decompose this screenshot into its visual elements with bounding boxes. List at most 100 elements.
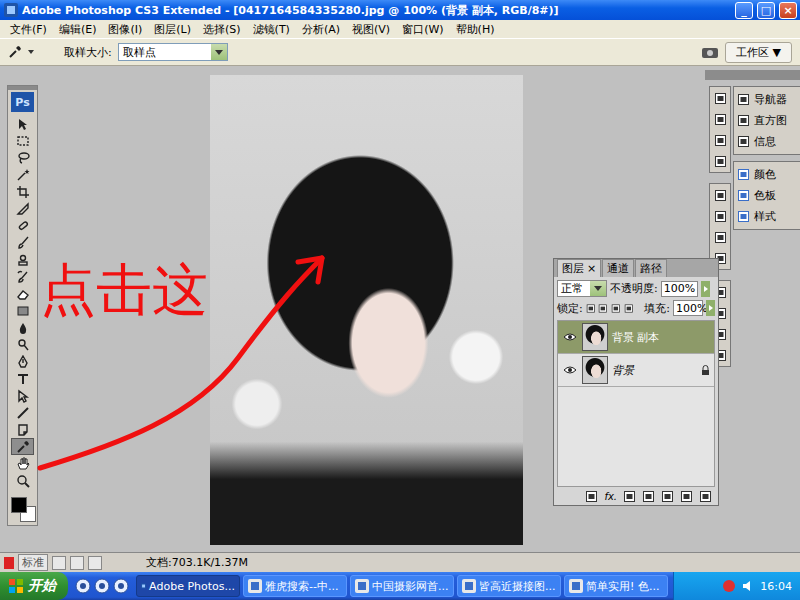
task-button[interactable]: 皆高近摄接图... (457, 575, 561, 597)
marquee-icon (16, 134, 30, 148)
tool-button[interactable] (11, 183, 34, 200)
tool-button[interactable] (11, 200, 34, 217)
dock-icon-button[interactable] (711, 207, 729, 225)
menu-item[interactable]: 分析(A) (296, 22, 346, 37)
tool-button[interactable] (11, 285, 34, 302)
panel-tab[interactable]: 图层× (557, 259, 601, 277)
dock-icon-group (709, 86, 731, 173)
panel-item[interactable]: 颜色 (734, 164, 800, 185)
desktop-icon[interactable] (113, 578, 129, 594)
play-icon (714, 155, 727, 168)
task-button[interactable]: 中国摄影网首... (350, 575, 454, 597)
menu-item[interactable]: 窗口(W) (396, 22, 449, 37)
tray-volume-icon[interactable] (741, 579, 755, 593)
fill-field[interactable]: 100% (673, 300, 703, 316)
menu-item[interactable]: 滤镜(T) (247, 22, 296, 37)
mode-box[interactable] (88, 556, 102, 570)
tool-button[interactable] (11, 353, 34, 370)
opacity-field[interactable]: 100% (661, 281, 698, 297)
tool-button[interactable] (11, 268, 34, 285)
maxthon-icon[interactable] (75, 578, 91, 594)
blend-mode-select[interactable]: 正常 (557, 280, 607, 297)
layers-panel: 图层×通道路径正常不透明度:100%锁定:填充:100%背景 副本背景fx. (553, 258, 719, 506)
lock-label: 锁定: (557, 301, 583, 316)
menu-item[interactable]: 视图(V) (346, 22, 396, 37)
tool-button[interactable] (11, 115, 34, 132)
panel-tab[interactable]: 路径 (635, 259, 667, 277)
window-control-button[interactable]: □ (757, 2, 775, 19)
task-button[interactable]: 简单实用! 色... (564, 575, 668, 597)
visibility-toggle[interactable] (562, 333, 578, 341)
info-icon (714, 134, 727, 147)
opacity-slider-button[interactable] (701, 281, 710, 297)
window-control-button[interactable]: _ (735, 2, 753, 19)
fill-slider-button[interactable] (706, 300, 715, 316)
tool-button[interactable] (11, 302, 34, 319)
tool-button[interactable] (11, 319, 34, 336)
task-button[interactable]: 雅虎搜索--中... (243, 575, 347, 597)
ps-logo[interactable]: Ps (11, 92, 34, 112)
menu-item[interactable]: 编辑(E) (53, 22, 103, 37)
panel-item[interactable]: 色板 (734, 185, 800, 206)
fx-button[interactable]: fx. (604, 491, 617, 502)
tool-button[interactable] (11, 234, 34, 251)
dock-icon-button[interactable] (711, 228, 729, 246)
dock-icon-button[interactable] (711, 186, 729, 204)
task-button[interactable]: Adobe Photos... (136, 575, 240, 597)
tool-button[interactable] (11, 217, 34, 234)
dropdown-triangle-icon[interactable] (28, 49, 34, 55)
color-swatches[interactable] (11, 497, 35, 521)
tool-button[interactable] (11, 387, 34, 404)
dock-header[interactable] (705, 70, 800, 80)
menu-item[interactable]: 图层(L) (148, 22, 197, 37)
tool-button[interactable] (11, 251, 34, 268)
tool-button[interactable] (11, 336, 34, 353)
new-layer-icon (680, 490, 693, 503)
window-control-button[interactable]: × (779, 2, 797, 19)
sample-size-select[interactable]: 取样点 (118, 43, 228, 61)
dodge-icon (16, 338, 30, 352)
tool-button[interactable] (11, 455, 34, 472)
start-button[interactable]: 开始 (0, 572, 68, 600)
panel-item[interactable]: 信息 (734, 131, 800, 152)
panel-tab[interactable]: 通道 (602, 259, 634, 277)
tool-button[interactable] (11, 132, 34, 149)
mode-box[interactable] (52, 556, 66, 570)
tool-button[interactable] (11, 404, 34, 421)
panel-item[interactable]: 直方图 (734, 110, 800, 131)
layer-row[interactable]: 背景 副本 (558, 321, 714, 354)
tab-close-button[interactable]: × (587, 262, 596, 275)
tool-button[interactable] (11, 370, 34, 387)
visibility-toggle[interactable] (562, 366, 578, 374)
menu-item[interactable]: 文件(F) (4, 22, 53, 37)
menu-item[interactable]: 帮助(H) (450, 22, 501, 37)
workspace: Ps点击这导航器直方图信息颜色色板样式图层×通道路径正常不透明度:100%锁定:… (0, 66, 800, 552)
mode-button[interactable]: 标准 (18, 554, 48, 571)
brush-icon (16, 236, 30, 250)
panel-item[interactable]: 导航器 (734, 89, 800, 110)
tool-button[interactable] (11, 149, 34, 166)
dock-icon-button[interactable] (711, 110, 729, 128)
clock: 16:04 (760, 580, 792, 593)
tray-app-icon[interactable] (722, 579, 736, 593)
workspace-button[interactable]: 工作区 ▼ (725, 42, 792, 63)
tool-button[interactable] (11, 438, 34, 455)
taskbar: 开始 Adobe Photos...雅虎搜索--中...中国摄影网首...皆高近摄… (0, 572, 800, 600)
bridge-icon[interactable] (701, 44, 719, 60)
layer-row[interactable]: 背景 (558, 354, 714, 387)
menu-item[interactable]: 图像(I) (102, 22, 148, 37)
tool-button[interactable] (11, 472, 34, 489)
panel-item[interactable]: 样式 (734, 206, 800, 227)
hand-icon (16, 457, 30, 471)
lock-paint-icon (598, 302, 608, 315)
tool-button[interactable] (11, 421, 34, 438)
mode-box[interactable] (70, 556, 84, 570)
dock-icon-button[interactable] (711, 131, 729, 149)
ie-icon[interactable] (94, 578, 110, 594)
foreground-color[interactable] (11, 497, 27, 513)
document-info: 文档:703.1K/1.37M (146, 555, 248, 570)
dock-icon-button[interactable] (711, 89, 729, 107)
menu-item[interactable]: 选择(S) (197, 22, 247, 37)
tool-button[interactable] (11, 166, 34, 183)
dock-icon-button[interactable] (711, 152, 729, 170)
